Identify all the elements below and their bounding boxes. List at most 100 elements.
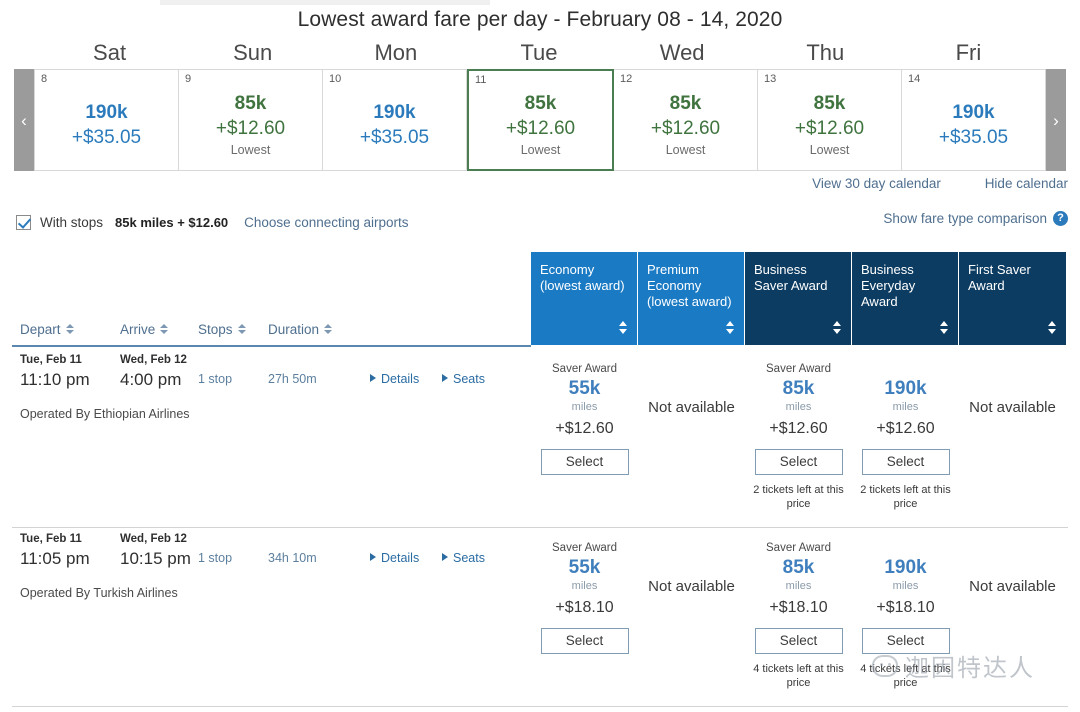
row-divider — [12, 706, 1068, 707]
sort-arrows-icon[interactable] — [619, 321, 628, 337]
sort-arrows-icon[interactable] — [1048, 321, 1057, 337]
calendar-day-cell[interactable]: 11 85k +$12.60 Lowest — [467, 69, 614, 171]
sort-arrows-icon[interactable] — [833, 321, 842, 337]
fare-cell: Saver Award 55k miles +$18.10 Select — [531, 531, 638, 690]
fare-type-label: Saver Award — [766, 363, 831, 375]
sort-header-stops[interactable]: Stops — [198, 322, 268, 337]
row-divider — [12, 527, 1068, 528]
help-icon[interactable]: ? — [1053, 211, 1068, 226]
sort-header-arrive[interactable]: Arrive — [120, 322, 198, 337]
fare-column-header-label: First Saver Award — [968, 262, 1031, 293]
calendar-day-lowest-badge: Lowest — [230, 142, 271, 157]
calendar-day-cash: +$12.60 — [650, 117, 721, 139]
sort-column-headers: Depart Arrive Stops Duration — [20, 318, 370, 340]
sort-header-duration[interactable]: Duration — [268, 322, 370, 337]
calendar-day-miles: 85k — [524, 92, 557, 114]
calendar-day-cash: +$35.05 — [359, 126, 430, 148]
calendar-day-cell[interactable]: 9 85k +$12.60 Lowest — [179, 69, 323, 171]
calendar-day-fare: 190k +$35.05 — [72, 101, 141, 150]
stops-filter-row: With stops 85k miles + $12.60 Choose con… — [16, 211, 409, 233]
sort-arrows-icon[interactable] — [940, 321, 949, 337]
stops-count: 1 stop — [198, 372, 233, 386]
calendar-day-number: 9 — [185, 73, 192, 85]
fare-cell: 190k miles +$18.10 Select 4 tickets left at … — [852, 531, 959, 690]
fare-cash: +$18.10 — [769, 599, 828, 616]
calendar-day-miles: 85k — [813, 92, 846, 114]
choose-connecting-airports-link[interactable]: Choose connecting airports — [244, 215, 408, 230]
view-30-day-calendar-link[interactable]: View 30 day calendar — [812, 176, 941, 191]
fare-type-label — [852, 361, 959, 377]
calendar-day-cell[interactable]: 8 190k +$35.05 — [34, 69, 179, 171]
day-of-week-row: Sat Sun Mon Tue Wed Thu Fri — [38, 38, 1040, 68]
fare-miles: 190k — [884, 378, 927, 399]
sort-arrows-icon[interactable] — [160, 323, 169, 335]
fare-column-header[interactable]: Business Saver Award — [745, 252, 852, 345]
day-of-week-label: Sun — [233, 40, 273, 65]
seats-link-label: Seats — [453, 551, 485, 565]
calendar-day-cell[interactable]: 10 190k +$35.05 — [323, 69, 467, 171]
sort-arrows-icon[interactable] — [237, 323, 246, 335]
select-fare-button[interactable]: Select — [861, 449, 950, 475]
calendar-prev-arrow-icon[interactable]: ‹ — [14, 69, 34, 171]
fare-miles-unit: miles — [785, 401, 812, 413]
fare-options: Saver Award 55k miles +$18.10 Select Not avai… — [531, 531, 1066, 690]
details-link[interactable]: Details — [370, 372, 442, 386]
depart-cell: Tue, Feb 11 11:10 pm — [20, 352, 120, 392]
select-fare-button[interactable]: Select — [754, 628, 843, 654]
fare-miles: 55k — [568, 557, 601, 578]
calendar-day-cell[interactable]: 12 85k +$12.60 Lowest — [614, 69, 758, 171]
stops-count: 1 stop — [198, 551, 233, 565]
calendar-day-cash: +$35.05 — [71, 126, 142, 148]
stops-cell: 1 stop — [198, 531, 268, 565]
fare-column-header[interactable]: Business Everyday Award — [852, 252, 959, 345]
fare-cell: Saver Award 85k miles +$18.10 Select 4 ticket… — [745, 531, 852, 690]
fare-column-header-label: Economy (lowest award) — [540, 262, 625, 293]
day-of-week-label: Fri — [955, 40, 982, 65]
sort-header-depart[interactable]: Depart — [20, 322, 120, 337]
calendar-day-number: 11 — [475, 74, 487, 86]
duration-cell: 27h 50m — [268, 352, 370, 386]
fare-type-comparison-control[interactable]: Show fare type comparison ? — [883, 211, 1068, 226]
calendar-links: View 30 day calendar Hide calendar — [772, 176, 1068, 191]
select-fare-button[interactable]: Select — [540, 628, 629, 654]
flight-times: Tue, Feb 11 11:10 pm Wed, Feb 12 4:00 pm 1 s… — [20, 352, 520, 392]
calendar-day-miles: 190k — [952, 101, 995, 123]
tickets-left-notice: 2 tickets left at this price — [753, 484, 844, 510]
fare-cash: +$12.60 — [876, 420, 935, 437]
depart-time: 11:05 pm — [20, 549, 90, 568]
fare-calendar-strip: ‹ 8 190k +$35.05 9 85k +$12.60 Lowest 10 190k +$3… — [14, 69, 1066, 171]
seats-link[interactable]: Seats — [442, 551, 512, 565]
sort-header-label: Depart — [20, 321, 61, 337]
duration-cell: 34h 10m — [268, 531, 370, 565]
depart-cell: Tue, Feb 11 11:05 pm — [20, 531, 120, 571]
fare-column-header[interactable]: Economy (lowest award) — [531, 252, 638, 345]
with-stops-checkbox[interactable] — [16, 214, 31, 230]
fare-column-header[interactable]: Premium Economy (lowest award) — [638, 252, 745, 345]
sort-arrows-icon[interactable] — [65, 323, 74, 335]
select-fare-button[interactable]: Select — [754, 449, 843, 475]
calendar-day-number: 12 — [620, 73, 633, 85]
calendar-day-cell[interactable]: 13 85k +$12.60 Lowest — [758, 69, 902, 171]
sort-arrows-icon[interactable] — [324, 323, 333, 335]
fare-cell: Saver Award 55k miles +$12.60 Select — [531, 352, 638, 511]
calendar-next-arrow-icon[interactable]: › — [1046, 69, 1066, 171]
calendar-day-cell[interactable]: 14 190k +$35.05 — [902, 69, 1046, 171]
details-link[interactable]: Details — [370, 551, 442, 565]
select-fare-button[interactable]: Select — [540, 449, 629, 475]
arrive-time: 10:15 pm — [120, 549, 191, 568]
fare-column-header[interactable]: First Saver Award — [959, 252, 1066, 345]
hide-calendar-link[interactable]: Hide calendar — [985, 176, 1068, 191]
seats-link[interactable]: Seats — [442, 372, 512, 386]
details-link-label: Details — [381, 372, 420, 386]
expand-triangle-icon — [442, 374, 448, 382]
seats-link-label: Seats — [453, 372, 485, 386]
fare-column-headers: Economy (lowest award) Premium Economy (l… — [531, 252, 1066, 345]
fare-cell: Saver Award 85k miles +$12.60 Select 2 ticket… — [745, 352, 852, 511]
select-fare-button[interactable]: Select — [861, 628, 950, 654]
fare-unavailable-label: Not available — [969, 399, 1056, 416]
fare-type-label: Saver Award — [766, 542, 831, 554]
calendar-day-miles: 190k — [373, 101, 416, 123]
details-cell: Details — [370, 531, 442, 565]
sort-arrows-icon[interactable] — [726, 321, 735, 337]
calendar-day-lowest-badge: Lowest — [520, 142, 561, 157]
